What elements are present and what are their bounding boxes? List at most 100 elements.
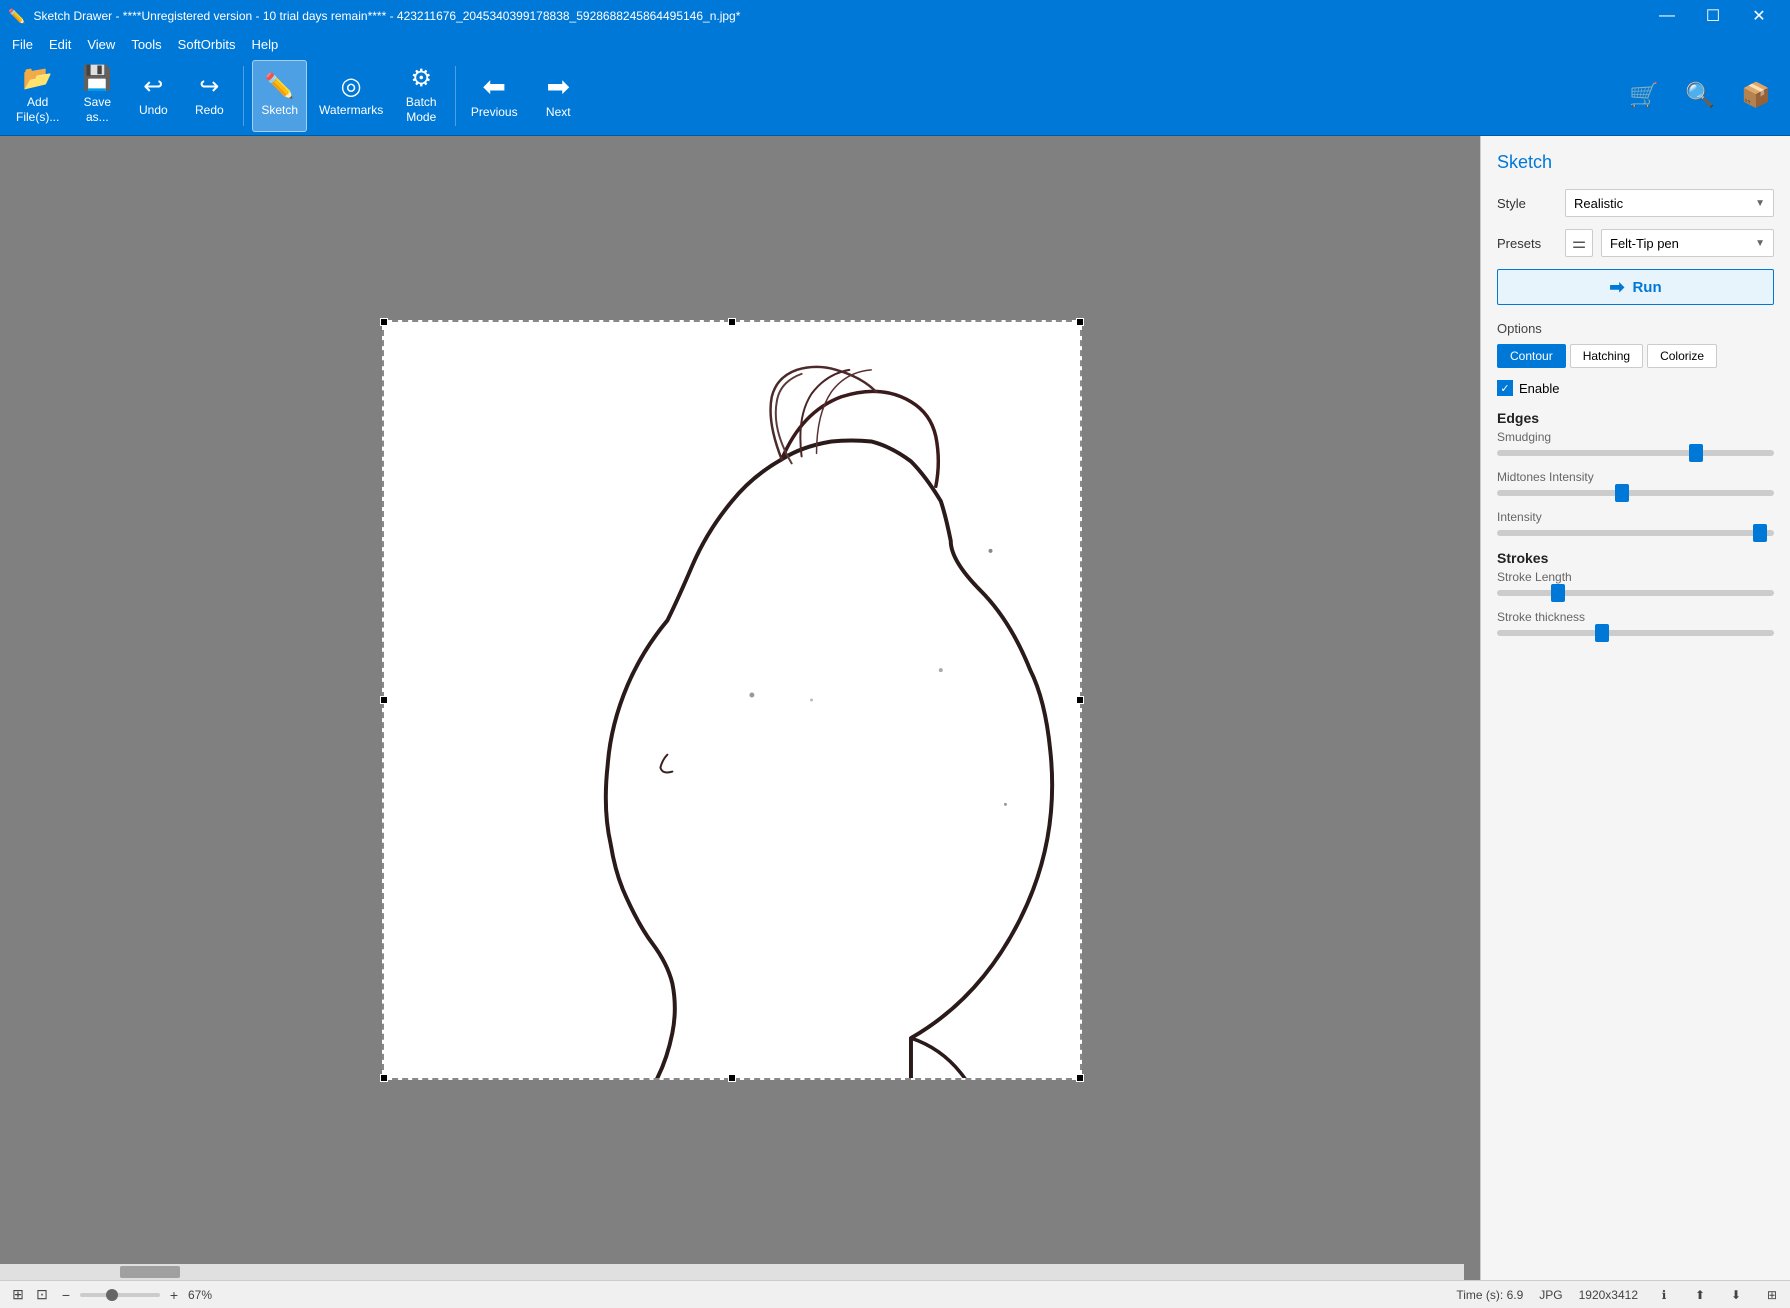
intensity-slider-thumb[interactable] [1753, 524, 1767, 542]
next-button[interactable]: ➡ Next [528, 60, 588, 132]
style-row: Style Realistic ▼ [1497, 189, 1774, 217]
cube-icon: 📦 [1741, 84, 1771, 108]
style-value: Realistic [1574, 196, 1623, 211]
menu-view[interactable]: View [79, 35, 123, 54]
zoom-slider[interactable] [80, 1293, 160, 1297]
menu-bar: File Edit View Tools SoftOrbits Help [0, 32, 1790, 56]
settings-button[interactable]: ⊞ [1762, 1285, 1782, 1305]
midtones-slider-track [1497, 490, 1774, 496]
smudging-label: Smudging [1497, 430, 1774, 444]
window-title: Sketch Drawer - ****Unregistered version… [33, 9, 740, 23]
format-label: JPG [1539, 1288, 1562, 1302]
batch-mode-label: Batch Mode [406, 95, 437, 124]
zoom-fit-button[interactable]: ⊞ [8, 1285, 28, 1305]
menu-edit[interactable]: Edit [41, 35, 79, 54]
share-button[interactable]: ⬆ [1690, 1285, 1710, 1305]
midtones-slider-thumb[interactable] [1615, 484, 1629, 502]
horizontal-scrollbar[interactable] [0, 1264, 1464, 1280]
stroke-thickness-slider-track [1497, 630, 1774, 636]
canvas-inner [0, 136, 1464, 1264]
status-bar-left: ⊞ ⊡ − + 67% [8, 1285, 1440, 1305]
download-button[interactable]: ⬇ [1726, 1285, 1746, 1305]
main-container: Sketch Style Realistic ▼ Presets ⚌ Felt-… [0, 136, 1790, 1280]
zoom-control: ⊞ ⊡ − + 67% [8, 1285, 212, 1305]
previous-button[interactable]: ⬅ Previous [464, 60, 524, 132]
style-label: Style [1497, 196, 1557, 211]
stroke-length-slider-track [1497, 590, 1774, 596]
time-label: Time (s): 6.9 [1456, 1288, 1523, 1302]
style-dropdown[interactable]: Realistic ▼ [1565, 189, 1774, 217]
presets-row: Presets ⚌ Felt-Tip pen ▼ [1497, 229, 1774, 257]
dimensions-label: 1920x3412 [1579, 1288, 1638, 1302]
cart-button[interactable]: 🛒 [1618, 60, 1670, 132]
image-canvas[interactable] [382, 320, 1082, 1080]
search-button[interactable]: 🔍 [1674, 60, 1726, 132]
canvas-area [0, 136, 1480, 1280]
undo-label: Undo [139, 103, 168, 117]
zoom-100-button[interactable]: ⊡ [32, 1285, 52, 1305]
run-button[interactable]: ➡ Run [1497, 269, 1774, 305]
tab-contour[interactable]: Contour [1497, 344, 1566, 368]
intensity-slider-container [1497, 530, 1774, 536]
zoom-in-button[interactable]: + [164, 1285, 184, 1305]
zoom-out-button[interactable]: − [56, 1285, 76, 1305]
add-file-icon: 📂 [23, 67, 53, 91]
sketch-button[interactable]: ✏️ Sketch [252, 60, 307, 132]
presets-label: Presets [1497, 236, 1557, 251]
scrollbar-track [0, 1264, 1464, 1280]
redo-icon: ↪ [199, 75, 219, 99]
tab-colorize[interactable]: Colorize [1647, 344, 1717, 368]
save-label: Save as... [84, 95, 111, 124]
presets-adjust-icon[interactable]: ⚌ [1565, 229, 1593, 257]
stroke-thickness-slider-thumb[interactable] [1595, 624, 1609, 642]
maximize-button[interactable]: ☐ [1690, 0, 1736, 32]
cart-icon: 🛒 [1629, 84, 1659, 108]
enable-checkbox[interactable]: ✓ [1497, 380, 1513, 396]
search-icon: 🔍 [1685, 84, 1715, 108]
presets-value: Felt-Tip pen [1610, 236, 1679, 251]
smudging-slider-thumb[interactable] [1689, 444, 1703, 462]
toolbar-divider-2 [455, 66, 456, 126]
menu-file[interactable]: File [4, 35, 41, 54]
redo-button[interactable]: ↪ Redo [183, 60, 235, 132]
menu-softorbits[interactable]: SoftOrbits [170, 35, 244, 54]
menu-tools[interactable]: Tools [123, 35, 169, 54]
app-logo-icon: ✏️ [8, 8, 25, 25]
redo-label: Redo [195, 103, 224, 117]
save-as-button[interactable]: 💾 Save as... [71, 60, 123, 132]
stroke-length-slider-thumb[interactable] [1551, 584, 1565, 602]
stroke-length-label: Stroke Length [1497, 570, 1774, 584]
stroke-length-slider-container [1497, 590, 1774, 596]
minimize-button[interactable]: — [1644, 0, 1690, 32]
batch-mode-button[interactable]: ⚙ Batch Mode [395, 60, 447, 132]
presets-dropdown-arrow: ▼ [1755, 238, 1765, 249]
tab-hatching[interactable]: Hatching [1570, 344, 1643, 368]
options-label: Options [1497, 321, 1774, 336]
sketch-svg [384, 322, 1080, 1078]
undo-button[interactable]: ↩ Undo [127, 60, 179, 132]
add-file-button[interactable]: 📂 Add File(s)... [8, 60, 67, 132]
next-label: Next [546, 105, 571, 119]
cube-button[interactable]: 📦 [1730, 60, 1782, 132]
panel-title: Sketch [1497, 152, 1774, 173]
scrollbar-thumb[interactable] [120, 1266, 180, 1278]
zoom-slider-thumb[interactable] [106, 1289, 118, 1301]
style-dropdown-arrow: ▼ [1755, 198, 1765, 209]
smudging-slider-track [1497, 450, 1774, 456]
title-bar: ✏️ Sketch Drawer - ****Unregistered vers… [0, 0, 1790, 32]
run-arrow-icon: ➡ [1609, 277, 1624, 298]
presets-dropdown[interactable]: Felt-Tip pen ▼ [1601, 229, 1774, 257]
midtones-slider-container [1497, 490, 1774, 496]
info-button[interactable]: ℹ [1654, 1285, 1674, 1305]
watermarks-button[interactable]: ◎ Watermarks [311, 60, 391, 132]
stroke-thickness-slider-container [1497, 630, 1774, 636]
watermarks-icon: ◎ [341, 75, 362, 99]
menu-help[interactable]: Help [243, 35, 286, 54]
intensity-slider-track [1497, 530, 1774, 536]
close-button[interactable]: ✕ [1736, 0, 1782, 32]
tab-group: Contour Hatching Colorize [1497, 344, 1774, 368]
strokes-title: Strokes [1497, 550, 1774, 566]
enable-row: ✓ Enable [1497, 380, 1774, 396]
sketch-icon: ✏️ [265, 75, 295, 99]
status-bar-right: Time (s): 6.9 JPG 1920x3412 ℹ ⬆ ⬇ ⊞ [1456, 1285, 1782, 1305]
